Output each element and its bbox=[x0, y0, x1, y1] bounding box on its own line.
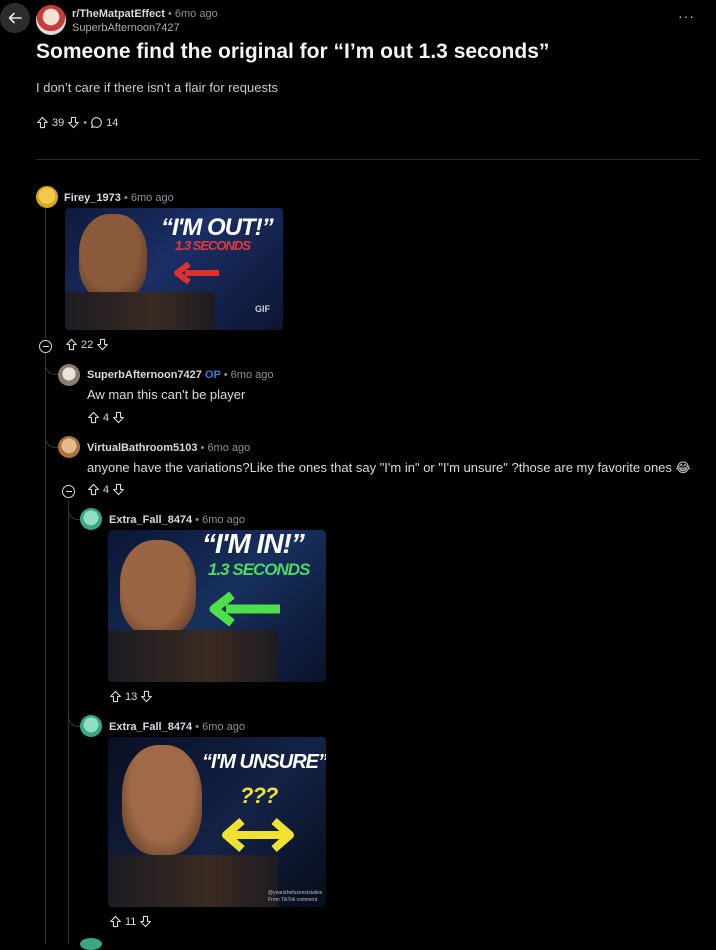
comment-author[interactable]: Firey_1973 bbox=[64, 192, 121, 204]
upvote-icon[interactable] bbox=[109, 915, 122, 928]
person-image bbox=[122, 745, 202, 855]
vote-count: 4 bbox=[103, 411, 110, 424]
gif-caption: “I'M IN!” bbox=[202, 530, 305, 559]
avatar[interactable] bbox=[36, 186, 58, 208]
upvote-icon[interactable] bbox=[87, 411, 100, 424]
gif-im-unsure[interactable]: “I'M UNSURE” ??? @yearsthefuzeexistalive… bbox=[108, 737, 326, 907]
comment-author-line: VirtualBathroom5103 • 6mo ago bbox=[87, 442, 251, 454]
comment-author[interactable]: SuperbAfternoon7427 bbox=[87, 369, 202, 381]
comment-author-line: Firey_1973 • 6mo ago bbox=[64, 192, 174, 204]
comment-text: anyone have the variations?Like the ones… bbox=[87, 460, 691, 475]
gif-subcaption: ??? bbox=[240, 783, 278, 808]
comment-actions: 4 bbox=[87, 411, 125, 424]
collapse-icon[interactable] bbox=[62, 485, 75, 498]
op-badge: OP bbox=[204, 369, 221, 381]
post-title: Someone find the original for “I’m out 1… bbox=[36, 40, 550, 63]
post-body: I don’t care if there isn’t a flair for … bbox=[36, 80, 279, 95]
arrow-icon bbox=[174, 262, 219, 284]
back-arrow-icon bbox=[8, 12, 22, 24]
avatar[interactable] bbox=[80, 508, 102, 530]
downvote-icon[interactable] bbox=[112, 483, 125, 496]
gif-im-out[interactable]: “I'M OUT!” 1.3 SECONDS GIF bbox=[65, 208, 283, 330]
person-image bbox=[120, 540, 196, 636]
comment-actions: 13 bbox=[109, 690, 153, 703]
comment-actions: 11 bbox=[109, 915, 152, 928]
comment-author[interactable]: VirtualBathroom5103 bbox=[87, 442, 197, 454]
watermark: From TikTok comment bbox=[268, 897, 318, 903]
comment-author-line: Extra_Fall_8474 • 6mo ago bbox=[109, 721, 245, 733]
collapse-icon[interactable] bbox=[39, 340, 52, 353]
post-time: 6mo ago bbox=[174, 8, 218, 20]
back-button[interactable] bbox=[0, 3, 30, 33]
avatar[interactable] bbox=[58, 436, 80, 458]
upvote-icon[interactable] bbox=[36, 116, 49, 129]
downvote-icon[interactable] bbox=[140, 690, 153, 703]
more-options-icon[interactable]: ··· bbox=[678, 8, 695, 24]
avatar[interactable] bbox=[58, 364, 80, 386]
downvote-icon[interactable] bbox=[96, 338, 109, 351]
upvote-icon[interactable] bbox=[109, 690, 122, 703]
avatar[interactable] bbox=[80, 715, 102, 737]
post-vote-count: 39 bbox=[52, 116, 65, 129]
gif-caption: “I'M UNSURE” bbox=[202, 751, 326, 773]
post-author[interactable]: SuperbAfternoon7427 bbox=[72, 22, 180, 34]
gif-im-in[interactable]: “I'M IN!” 1.3 SECONDS bbox=[108, 530, 326, 682]
comment-text: Aw man this can't be player bbox=[87, 387, 246, 402]
comment-actions: 22 bbox=[65, 338, 109, 351]
upvote-icon[interactable] bbox=[87, 483, 100, 496]
subreddit-name[interactable]: r/TheMatpatEffect bbox=[72, 8, 165, 20]
arrow-icon bbox=[209, 591, 280, 627]
vote-count: 22 bbox=[81, 338, 94, 351]
comment-author[interactable]: Extra_Fall_8474 bbox=[109, 721, 192, 733]
post-actions: 39 • 14 bbox=[36, 116, 118, 129]
vote-count: 11 bbox=[125, 915, 137, 928]
subreddit-line: r/TheMatpatEffect • 6mo ago bbox=[72, 8, 218, 20]
gif-subcaption: 1.3 SECONDS bbox=[208, 560, 310, 579]
upvote-icon[interactable] bbox=[65, 338, 78, 351]
downvote-icon[interactable] bbox=[112, 411, 125, 424]
gif-subcaption: 1.3 SECONDS bbox=[175, 238, 251, 253]
thread-line bbox=[45, 208, 46, 338]
comment-actions: 4 bbox=[87, 483, 125, 496]
subreddit-avatar[interactable] bbox=[36, 5, 66, 35]
avatar[interactable] bbox=[80, 938, 102, 950]
comment-icon[interactable] bbox=[90, 116, 103, 129]
comment-author-line: SuperbAfternoon7427 OP • 6mo ago bbox=[87, 369, 274, 381]
gif-badge: GIF bbox=[255, 304, 270, 314]
comment-author[interactable]: Extra_Fall_8474 bbox=[109, 514, 192, 526]
downvote-icon[interactable] bbox=[139, 915, 152, 928]
watermark: @yearsthefuzeexistalive bbox=[268, 890, 323, 896]
vote-count: 4 bbox=[103, 483, 110, 496]
vote-count: 13 bbox=[125, 690, 138, 703]
divider bbox=[36, 159, 700, 160]
person-image bbox=[79, 214, 147, 300]
downvote-icon[interactable] bbox=[67, 116, 80, 129]
post-comment-count: 14 bbox=[106, 116, 119, 129]
double-arrow-icon bbox=[222, 817, 294, 853]
comment-author-line: Extra_Fall_8474 • 6mo ago bbox=[109, 514, 245, 526]
